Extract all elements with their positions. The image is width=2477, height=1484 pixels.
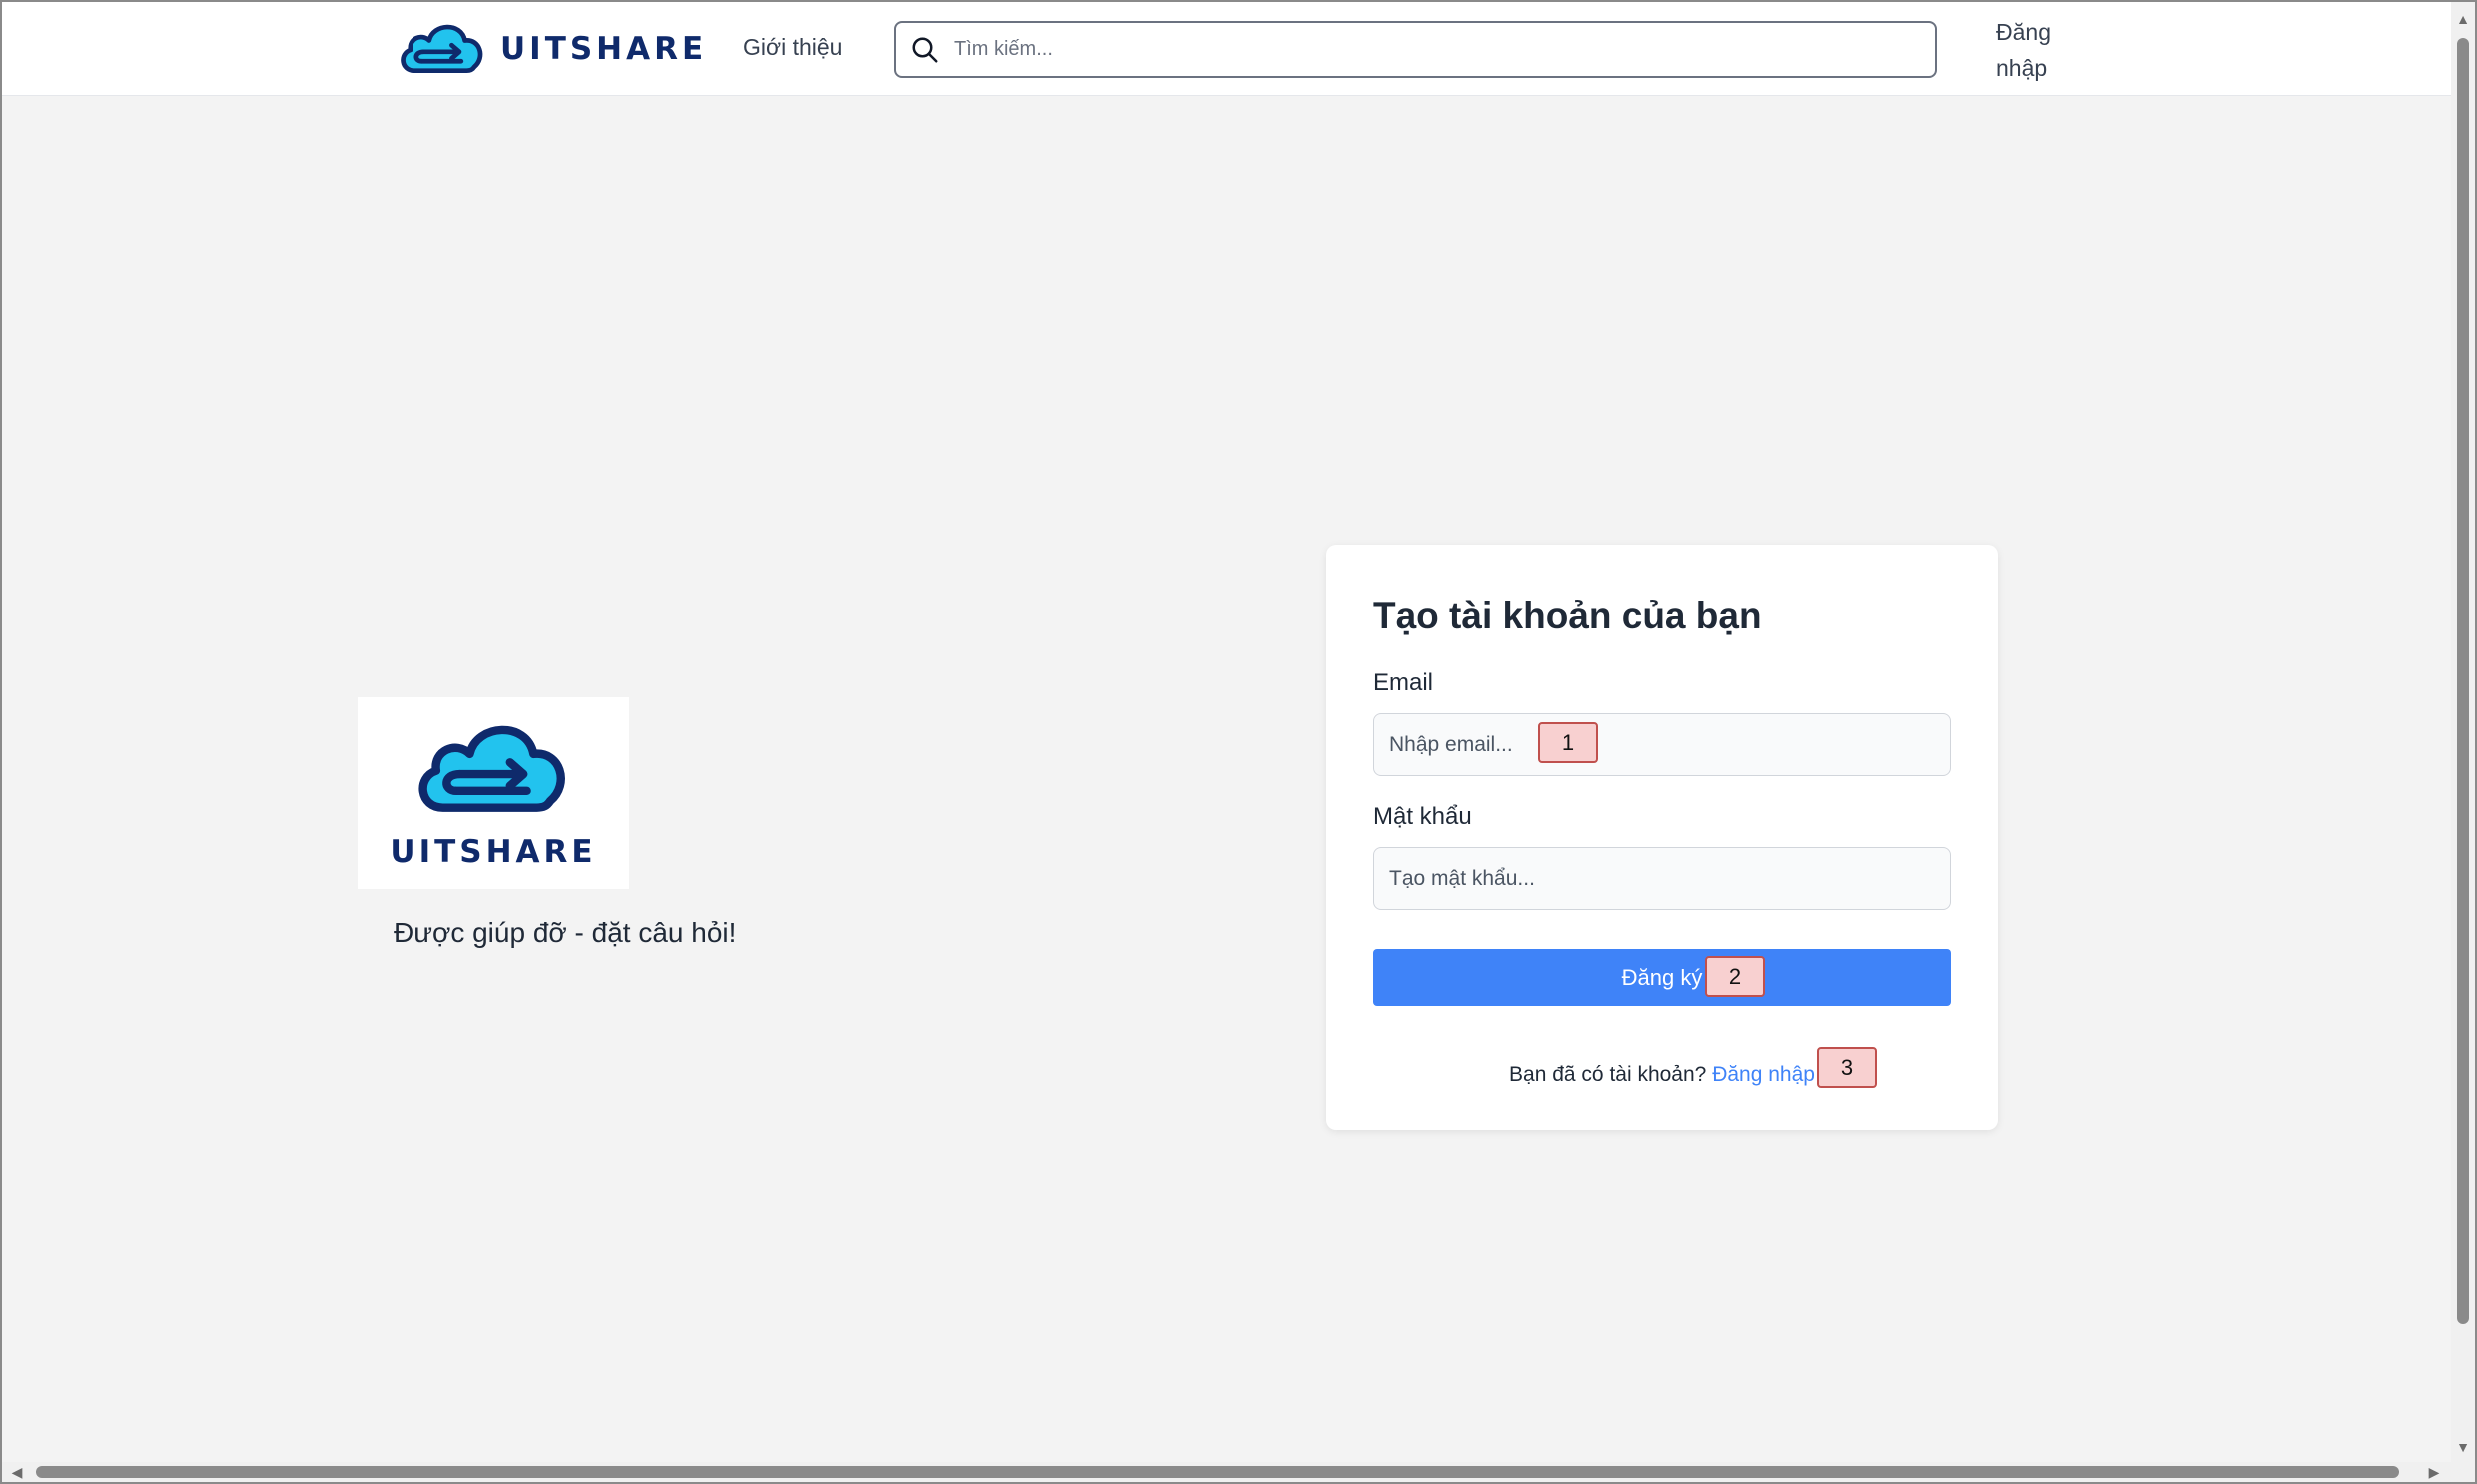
signup-button-label: Đăng ký [1621,964,1703,990]
vertical-scrollbar[interactable]: ▲ ▼ [2451,2,2475,1462]
cloud-arrow-logo-icon [401,24,483,74]
signup-button[interactable]: Đăng ký [1373,949,1951,1006]
email-label: Email [1373,669,1434,696]
brand-name: UITSHARE [500,31,708,67]
brand-logo[interactable]: UITSHARE [395,16,707,82]
chevron-left-icon[interactable]: ◀ [6,1462,28,1482]
header-login-link[interactable]: Đăng nhập [1996,14,2065,86]
search-input[interactable] [954,38,1935,61]
login-prompt-text: Bạn đã có tài khoản? [1509,1063,1713,1086]
overlay-tag-1: 1 [1538,722,1598,763]
email-field[interactable] [1373,713,1951,776]
password-label: Mật khẩu [1373,803,1472,830]
hero-logo: UITSHARE [358,697,629,889]
cloud-arrow-logo-icon [418,725,565,812]
login-prompt: Bạn đã có tài khoản? Đăng nhập [1326,1063,1998,1087]
search-icon [912,37,938,62]
horizontal-scroll-thumb[interactable] [36,1466,2399,1478]
search-bar[interactable] [894,21,1937,78]
overlay-tag-2: 2 [1705,956,1765,997]
chevron-right-icon[interactable]: ▶ [2423,1462,2445,1482]
password-field[interactable] [1373,847,1951,910]
signup-card: Tạo tài khoản của bạn Email Mật khẩu Đăn… [1326,545,1998,1130]
hero-logo-text: UITSHARE [390,834,597,870]
overlay-tag-3: 3 [1817,1047,1877,1088]
chevron-down-icon[interactable]: ▼ [2451,1436,2475,1458]
hero-tagline: Được giúp đỡ - đặt câu hỏi! [394,917,737,948]
login-link[interactable]: Đăng nhập [1712,1063,1815,1086]
nav-about-link[interactable]: Giới thiệu [743,34,842,61]
vertical-scroll-thumb[interactable] [2457,38,2469,1324]
chevron-up-icon[interactable]: ▲ [2451,8,2475,30]
top-navbar: UITSHARE Giới thiệu Đăng nhập [2,2,2451,96]
horizontal-scrollbar[interactable]: ◀ ▶ [2,1462,2475,1482]
signup-title: Tạo tài khoản của bạn [1373,595,1762,636]
